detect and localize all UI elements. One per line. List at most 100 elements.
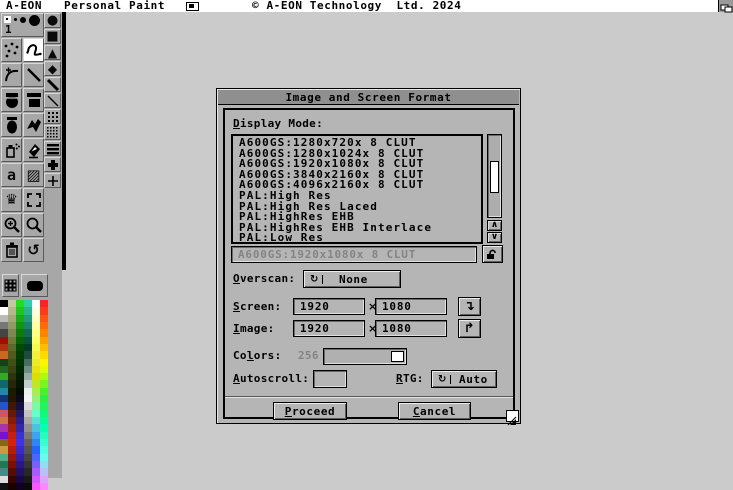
palette-swatch[interactable]	[32, 315, 40, 322]
palette-swatch[interactable]	[16, 351, 24, 358]
palette-swatch[interactable]	[8, 337, 16, 344]
polygon-tool[interactable]	[23, 113, 44, 137]
palette-swatch[interactable]	[0, 322, 8, 329]
palette-swatch[interactable]	[16, 300, 24, 307]
rtg-cycle-button[interactable]: ↻ Auto	[431, 370, 497, 388]
palette-swatch[interactable]	[0, 388, 8, 395]
filled-ellipse-tool[interactable]	[1, 113, 22, 137]
palette-swatch[interactable]	[0, 439, 8, 446]
palette-swatch[interactable]	[16, 468, 24, 475]
palette-swatch[interactable]	[40, 432, 48, 439]
airbrush-tool[interactable]	[1, 138, 22, 162]
palette-swatch[interactable]	[32, 424, 40, 431]
palette-swatch[interactable]	[8, 483, 16, 490]
resize-gadget-icon[interactable]	[506, 410, 519, 422]
palette-swatch[interactable]	[8, 395, 16, 402]
palette-swatch[interactable]	[24, 344, 32, 351]
palette-swatch[interactable]	[8, 454, 16, 461]
palette-swatch[interactable]	[24, 402, 32, 409]
palette-swatch[interactable]	[32, 329, 40, 336]
palette-swatch[interactable]	[24, 395, 32, 402]
palette-swatch[interactable]	[40, 380, 48, 387]
palette-swatch[interactable]	[32, 454, 40, 461]
palette-swatch[interactable]	[0, 476, 8, 483]
scroll-up-icon[interactable]: ∧	[487, 220, 502, 231]
palette-swatch[interactable]	[16, 454, 24, 461]
palette-swatch[interactable]	[40, 446, 48, 453]
shape-square-button[interactable]: ■	[44, 29, 61, 44]
menu-app-name[interactable]: A-EON	[6, 0, 42, 12]
palette-swatch[interactable]	[16, 359, 24, 366]
palette-swatch[interactable]	[24, 446, 32, 453]
autoscroll-checkbox[interactable]	[313, 370, 347, 388]
palette-swatch[interactable]	[0, 307, 8, 314]
palette-swatch[interactable]	[8, 432, 16, 439]
palette-swatch[interactable]	[16, 476, 24, 483]
palette-swatch[interactable]	[16, 344, 24, 351]
palette-swatch[interactable]	[40, 373, 48, 380]
palette-swatch[interactable]	[24, 329, 32, 336]
palette-swatch[interactable]	[40, 359, 48, 366]
palette-swatch[interactable]	[16, 402, 24, 409]
palette-swatch[interactable]	[40, 454, 48, 461]
clear-tool[interactable]	[1, 238, 22, 262]
palette-swatch[interactable]	[24, 380, 32, 387]
shape-circle-button[interactable]: ●	[44, 13, 61, 28]
palette-swatch[interactable]	[40, 410, 48, 417]
palette-swatch[interactable]	[16, 424, 24, 431]
palette-swatch[interactable]	[8, 329, 16, 336]
palette-swatch[interactable]	[0, 468, 8, 475]
palette-swatch[interactable]	[16, 388, 24, 395]
palette-swatch[interactable]	[0, 380, 8, 387]
palette-swatch[interactable]	[24, 461, 32, 468]
palette-swatch[interactable]	[24, 373, 32, 380]
palette-swatch[interactable]	[0, 366, 8, 373]
palette-swatch[interactable]	[32, 366, 40, 373]
rectangle-tool[interactable]	[23, 88, 44, 112]
palette-swatch[interactable]	[0, 300, 8, 307]
palette-swatch[interactable]	[24, 300, 32, 307]
palette-swatch[interactable]	[24, 439, 32, 446]
palette-swatch[interactable]	[8, 461, 16, 468]
palette-swatch[interactable]	[8, 322, 16, 329]
zoom-tool[interactable]	[23, 213, 44, 237]
palette-swatch[interactable]	[40, 329, 48, 336]
palette-swatch[interactable]	[32, 417, 40, 424]
select-brush-tool[interactable]	[23, 188, 44, 212]
freehand-dots-tool[interactable]	[1, 38, 22, 62]
palette-swatch[interactable]	[32, 300, 40, 307]
palette-swatch[interactable]	[32, 373, 40, 380]
screen-width-field[interactable]: 1920	[293, 298, 365, 315]
palette-swatch[interactable]	[0, 344, 8, 351]
palette-swatch[interactable]	[0, 359, 8, 366]
palette-swatch[interactable]	[24, 417, 32, 424]
palette-swatch[interactable]	[32, 337, 40, 344]
undo-tool[interactable]: ↺	[23, 238, 44, 262]
palette-swatch[interactable]	[32, 410, 40, 417]
palette-swatch[interactable]	[0, 402, 8, 409]
palette-swatch[interactable]	[40, 439, 48, 446]
palette-swatch[interactable]	[0, 424, 8, 431]
scroll-down-icon[interactable]: ∨	[487, 232, 502, 243]
grid-dense-button[interactable]	[44, 125, 61, 140]
palette-swatch[interactable]	[24, 307, 32, 314]
display-mode-item[interactable]: PAL:Low Res	[239, 233, 481, 244]
palette-swatch[interactable]	[32, 402, 40, 409]
palette-swatch[interactable]	[8, 417, 16, 424]
bars-button[interactable]	[44, 141, 61, 156]
palette-swatch[interactable]	[24, 359, 32, 366]
palette-swatch[interactable]	[16, 337, 24, 344]
palette-swatch[interactable]	[24, 483, 32, 490]
palette-swatch[interactable]	[32, 432, 40, 439]
palette-swatch[interactable]	[40, 476, 48, 483]
palette-swatch[interactable]	[8, 315, 16, 322]
palette-swatch[interactable]	[0, 315, 8, 322]
palette-swatch[interactable]	[24, 388, 32, 395]
palette-swatch[interactable]	[16, 307, 24, 314]
shape-diamond-button[interactable]: ◆	[44, 61, 61, 76]
palette-swatch[interactable]	[8, 439, 16, 446]
curve-tool[interactable]	[1, 63, 22, 87]
image-width-field[interactable]: 1920	[293, 320, 365, 337]
palette-swatch[interactable]	[40, 315, 48, 322]
dialog-title[interactable]: Image and Screen Format	[218, 90, 519, 105]
